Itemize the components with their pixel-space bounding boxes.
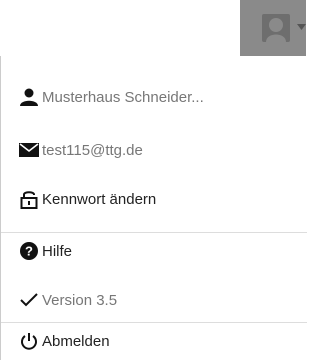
logout-item[interactable]: Abmelden [19, 326, 110, 356]
logout-label: Abmelden [42, 332, 110, 350]
person-icon [19, 87, 39, 107]
unlock-icon [19, 189, 39, 209]
envelope-icon [19, 140, 39, 160]
account-name-label: Musterhaus Schneider... [42, 88, 204, 106]
help-item[interactable]: ? Hilfe [19, 236, 72, 266]
user-silhouette-icon [258, 10, 294, 46]
power-icon [19, 331, 39, 351]
checkmark-icon [19, 290, 39, 310]
email-label: test115@ttg.de [42, 141, 143, 159]
version-item: Version 3.5 [19, 285, 117, 315]
user-dropdown-menu: Musterhaus Schneider... test115@ttg.de K… [0, 56, 307, 360]
user-menu-page: Musterhaus Schneider... test115@ttg.de K… [0, 0, 307, 360]
email-item: test115@ttg.de [19, 135, 143, 165]
svg-text:?: ? [25, 244, 33, 259]
help-label: Hilfe [42, 242, 73, 260]
menu-divider [1, 232, 307, 233]
caret-down-icon [297, 24, 306, 30]
question-circle-icon: ? [19, 241, 39, 261]
change-password-label: Kennwort ändern [42, 190, 157, 208]
change-password-item[interactable]: Kennwort ändern [19, 184, 156, 214]
version-label: Version 3.5 [42, 291, 118, 309]
user-menu-toggle[interactable] [240, 0, 306, 56]
account-name-item: Musterhaus Schneider... [19, 82, 204, 112]
menu-divider [1, 322, 307, 323]
